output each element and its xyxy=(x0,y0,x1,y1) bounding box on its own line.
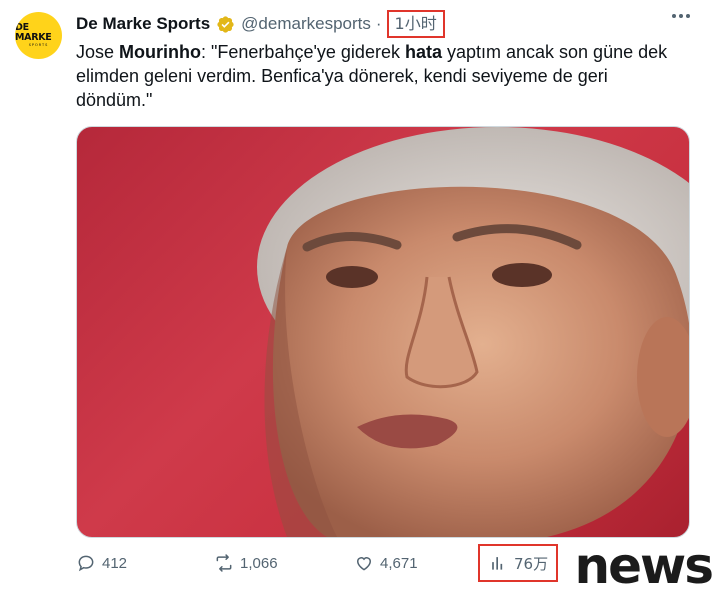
heart-icon xyxy=(356,557,372,571)
more-icon-dot xyxy=(679,14,683,18)
more-icon-dot xyxy=(672,14,676,18)
tweet-text-bold: hata xyxy=(404,42,442,62)
eye-left xyxy=(326,266,378,288)
tweet-text-part: Jose xyxy=(76,42,120,62)
like-button[interactable]: 4,671 xyxy=(354,548,418,578)
tweet-media-photo[interactable] xyxy=(76,126,690,538)
avatar-logo-text: DE MARKE xyxy=(15,22,52,43)
views-icon xyxy=(492,557,503,570)
post-timestamp[interactable]: 1小时 xyxy=(386,10,445,38)
tweet-text-bold: Mourinho xyxy=(119,42,202,62)
header-separator: · xyxy=(375,14,382,33)
avatar-logo-subtext: SPORTS xyxy=(28,43,49,48)
verified-badge-icon[interactable] xyxy=(216,15,235,34)
repost-count: 1,066 xyxy=(240,554,278,572)
views-button[interactable]: 76万 xyxy=(478,544,559,582)
views-count: 76万 xyxy=(514,554,549,573)
eye-right xyxy=(492,263,552,287)
repost-button[interactable]: 1,066 xyxy=(214,548,278,578)
more-icon-dot xyxy=(686,14,690,18)
reply-icon xyxy=(78,555,94,572)
tweet-text: Jose Mourinho: "Fenerbahçe'ye giderek ha… xyxy=(76,40,686,112)
account-avatar[interactable]: DE MARKE SPORTS xyxy=(15,12,62,59)
portrait-photo xyxy=(257,127,689,537)
account-handle[interactable]: @demarkesports xyxy=(241,14,371,34)
tweet-text-part: : "Fenerbahçe'ye giderek xyxy=(201,42,405,62)
news-watermark: news xyxy=(574,537,714,595)
repost-icon xyxy=(216,554,232,572)
tweet-header: De Marke Sports @demarkesports · 1小时 xyxy=(76,10,445,38)
like-count: 4,671 xyxy=(380,554,418,572)
more-icon[interactable] xyxy=(672,14,690,18)
reply-count: 412 xyxy=(102,554,128,572)
reply-button[interactable]: 412 xyxy=(76,548,127,578)
display-name[interactable]: De Marke Sports xyxy=(76,14,210,34)
